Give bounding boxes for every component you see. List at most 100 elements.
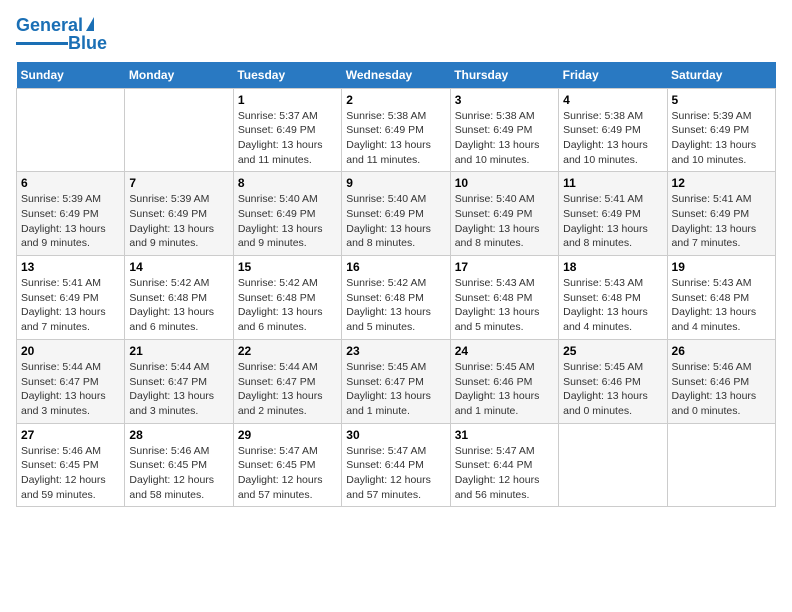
calendar-cell xyxy=(559,423,667,507)
calendar-cell xyxy=(17,88,125,172)
calendar-cell: 1 Sunrise: 5:37 AM Sunset: 6:49 PM Daylig… xyxy=(233,88,341,172)
calendar-cell: 16 Sunrise: 5:42 AM Sunset: 6:48 PM Dayli… xyxy=(342,256,450,340)
day-number: 10 xyxy=(455,176,554,190)
day-of-week-header: Thursday xyxy=(450,62,558,89)
calendar-cell: 18 Sunrise: 5:43 AM Sunset: 6:48 PM Dayli… xyxy=(559,256,667,340)
day-number: 22 xyxy=(238,344,337,358)
calendar-cell: 10 Sunrise: 5:40 AM Sunset: 6:49 PM Dayli… xyxy=(450,172,558,256)
day-info: Sunrise: 5:43 AM Sunset: 6:48 PM Dayligh… xyxy=(455,276,554,335)
day-number: 27 xyxy=(21,428,120,442)
day-number: 7 xyxy=(129,176,228,190)
calendar-cell: 17 Sunrise: 5:43 AM Sunset: 6:48 PM Dayli… xyxy=(450,256,558,340)
calendar-cell xyxy=(125,88,233,172)
calendar-week-row: 27 Sunrise: 5:46 AM Sunset: 6:45 PM Dayli… xyxy=(17,423,776,507)
calendar-cell: 22 Sunrise: 5:44 AM Sunset: 6:47 PM Dayli… xyxy=(233,339,341,423)
day-info: Sunrise: 5:47 AM Sunset: 6:44 PM Dayligh… xyxy=(346,444,445,503)
day-info: Sunrise: 5:40 AM Sunset: 6:49 PM Dayligh… xyxy=(455,192,554,251)
day-number: 19 xyxy=(672,260,771,274)
calendar-cell: 29 Sunrise: 5:47 AM Sunset: 6:45 PM Dayli… xyxy=(233,423,341,507)
day-info: Sunrise: 5:40 AM Sunset: 6:49 PM Dayligh… xyxy=(238,192,337,251)
calendar-cell: 14 Sunrise: 5:42 AM Sunset: 6:48 PM Dayli… xyxy=(125,256,233,340)
day-info: Sunrise: 5:41 AM Sunset: 6:49 PM Dayligh… xyxy=(563,192,662,251)
day-number: 20 xyxy=(21,344,120,358)
day-of-week-header: Tuesday xyxy=(233,62,341,89)
day-info: Sunrise: 5:43 AM Sunset: 6:48 PM Dayligh… xyxy=(563,276,662,335)
day-number: 9 xyxy=(346,176,445,190)
day-info: Sunrise: 5:40 AM Sunset: 6:49 PM Dayligh… xyxy=(346,192,445,251)
day-info: Sunrise: 5:37 AM Sunset: 6:49 PM Dayligh… xyxy=(238,109,337,168)
day-number: 21 xyxy=(129,344,228,358)
calendar-week-row: 6Sunrise: 5:39 AM Sunset: 6:49 PM Daylig… xyxy=(17,172,776,256)
day-of-week-header: Monday xyxy=(125,62,233,89)
calendar-cell: 9 Sunrise: 5:40 AM Sunset: 6:49 PM Daylig… xyxy=(342,172,450,256)
calendar-cell: 5 Sunrise: 5:39 AM Sunset: 6:49 PM Daylig… xyxy=(667,88,775,172)
day-number: 8 xyxy=(238,176,337,190)
day-number: 3 xyxy=(455,93,554,107)
day-info: Sunrise: 5:47 AM Sunset: 6:44 PM Dayligh… xyxy=(455,444,554,503)
day-info: Sunrise: 5:38 AM Sunset: 6:49 PM Dayligh… xyxy=(563,109,662,168)
calendar-cell: 2 Sunrise: 5:38 AM Sunset: 6:49 PM Daylig… xyxy=(342,88,450,172)
day-of-week-header: Sunday xyxy=(17,62,125,89)
day-number: 18 xyxy=(563,260,662,274)
day-number: 31 xyxy=(455,428,554,442)
day-info: Sunrise: 5:42 AM Sunset: 6:48 PM Dayligh… xyxy=(238,276,337,335)
day-info: Sunrise: 5:38 AM Sunset: 6:49 PM Dayligh… xyxy=(346,109,445,168)
day-number: 1 xyxy=(238,93,337,107)
calendar-cell: 23 Sunrise: 5:45 AM Sunset: 6:47 PM Dayli… xyxy=(342,339,450,423)
day-number: 4 xyxy=(563,93,662,107)
calendar-cell: 12Sunrise: 5:41 AM Sunset: 6:49 PM Dayli… xyxy=(667,172,775,256)
day-info: Sunrise: 5:45 AM Sunset: 6:47 PM Dayligh… xyxy=(346,360,445,419)
calendar-cell: 25Sunrise: 5:45 AM Sunset: 6:46 PM Dayli… xyxy=(559,339,667,423)
day-of-week-header: Wednesday xyxy=(342,62,450,89)
calendar-week-row: 20 Sunrise: 5:44 AM Sunset: 6:47 PM Dayli… xyxy=(17,339,776,423)
day-info: Sunrise: 5:44 AM Sunset: 6:47 PM Dayligh… xyxy=(238,360,337,419)
page-header: General Blue xyxy=(16,16,776,54)
calendar-cell: 24Sunrise: 5:45 AM Sunset: 6:46 PM Dayli… xyxy=(450,339,558,423)
day-number: 15 xyxy=(238,260,337,274)
day-number: 12 xyxy=(672,176,771,190)
day-number: 30 xyxy=(346,428,445,442)
calendar-cell: 21 Sunrise: 5:44 AM Sunset: 6:47 PM Dayli… xyxy=(125,339,233,423)
day-number: 14 xyxy=(129,260,228,274)
calendar-cell: 19 Sunrise: 5:43 AM Sunset: 6:48 PM Dayli… xyxy=(667,256,775,340)
logo-triangle-icon xyxy=(86,17,94,31)
day-number: 29 xyxy=(238,428,337,442)
calendar-cell: 6Sunrise: 5:39 AM Sunset: 6:49 PM Daylig… xyxy=(17,172,125,256)
day-info: Sunrise: 5:39 AM Sunset: 6:49 PM Dayligh… xyxy=(129,192,228,251)
day-info: Sunrise: 5:44 AM Sunset: 6:47 PM Dayligh… xyxy=(129,360,228,419)
calendar-header-row: SundayMondayTuesdayWednesdayThursdayFrid… xyxy=(17,62,776,89)
calendar-week-row: 13 Sunrise: 5:41 AM Sunset: 6:49 PM Dayli… xyxy=(17,256,776,340)
calendar-cell: 27 Sunrise: 5:46 AM Sunset: 6:45 PM Dayli… xyxy=(17,423,125,507)
day-info: Sunrise: 5:42 AM Sunset: 6:48 PM Dayligh… xyxy=(129,276,228,335)
calendar-cell: 11 Sunrise: 5:41 AM Sunset: 6:49 PM Dayli… xyxy=(559,172,667,256)
day-info: Sunrise: 5:46 AM Sunset: 6:45 PM Dayligh… xyxy=(129,444,228,503)
day-info: Sunrise: 5:45 AM Sunset: 6:46 PM Dayligh… xyxy=(563,360,662,419)
day-number: 16 xyxy=(346,260,445,274)
day-number: 17 xyxy=(455,260,554,274)
day-info: Sunrise: 5:47 AM Sunset: 6:45 PM Dayligh… xyxy=(238,444,337,503)
day-number: 13 xyxy=(21,260,120,274)
calendar-cell: 8 Sunrise: 5:40 AM Sunset: 6:49 PM Daylig… xyxy=(233,172,341,256)
day-number: 5 xyxy=(672,93,771,107)
day-info: Sunrise: 5:44 AM Sunset: 6:47 PM Dayligh… xyxy=(21,360,120,419)
day-number: 11 xyxy=(563,176,662,190)
day-info: Sunrise: 5:39 AM Sunset: 6:49 PM Dayligh… xyxy=(21,192,120,251)
calendar-cell: 31 Sunrise: 5:47 AM Sunset: 6:44 PM Dayli… xyxy=(450,423,558,507)
day-number: 23 xyxy=(346,344,445,358)
day-info: Sunrise: 5:46 AM Sunset: 6:45 PM Dayligh… xyxy=(21,444,120,503)
day-info: Sunrise: 5:45 AM Sunset: 6:46 PM Dayligh… xyxy=(455,360,554,419)
day-info: Sunrise: 5:38 AM Sunset: 6:49 PM Dayligh… xyxy=(455,109,554,168)
day-number: 2 xyxy=(346,93,445,107)
day-info: Sunrise: 5:42 AM Sunset: 6:48 PM Dayligh… xyxy=(346,276,445,335)
logo: General Blue xyxy=(16,16,107,54)
day-info: Sunrise: 5:39 AM Sunset: 6:49 PM Dayligh… xyxy=(672,109,771,168)
calendar-cell xyxy=(667,423,775,507)
calendar-cell: 3 Sunrise: 5:38 AM Sunset: 6:49 PM Daylig… xyxy=(450,88,558,172)
day-info: Sunrise: 5:43 AM Sunset: 6:48 PM Dayligh… xyxy=(672,276,771,335)
calendar-cell: 13 Sunrise: 5:41 AM Sunset: 6:49 PM Dayli… xyxy=(17,256,125,340)
logo-blue-text: Blue xyxy=(68,34,107,54)
day-number: 26 xyxy=(672,344,771,358)
day-info: Sunrise: 5:41 AM Sunset: 6:49 PM Dayligh… xyxy=(21,276,120,335)
calendar-cell: 15 Sunrise: 5:42 AM Sunset: 6:48 PM Dayli… xyxy=(233,256,341,340)
calendar-cell: 30 Sunrise: 5:47 AM Sunset: 6:44 PM Dayli… xyxy=(342,423,450,507)
